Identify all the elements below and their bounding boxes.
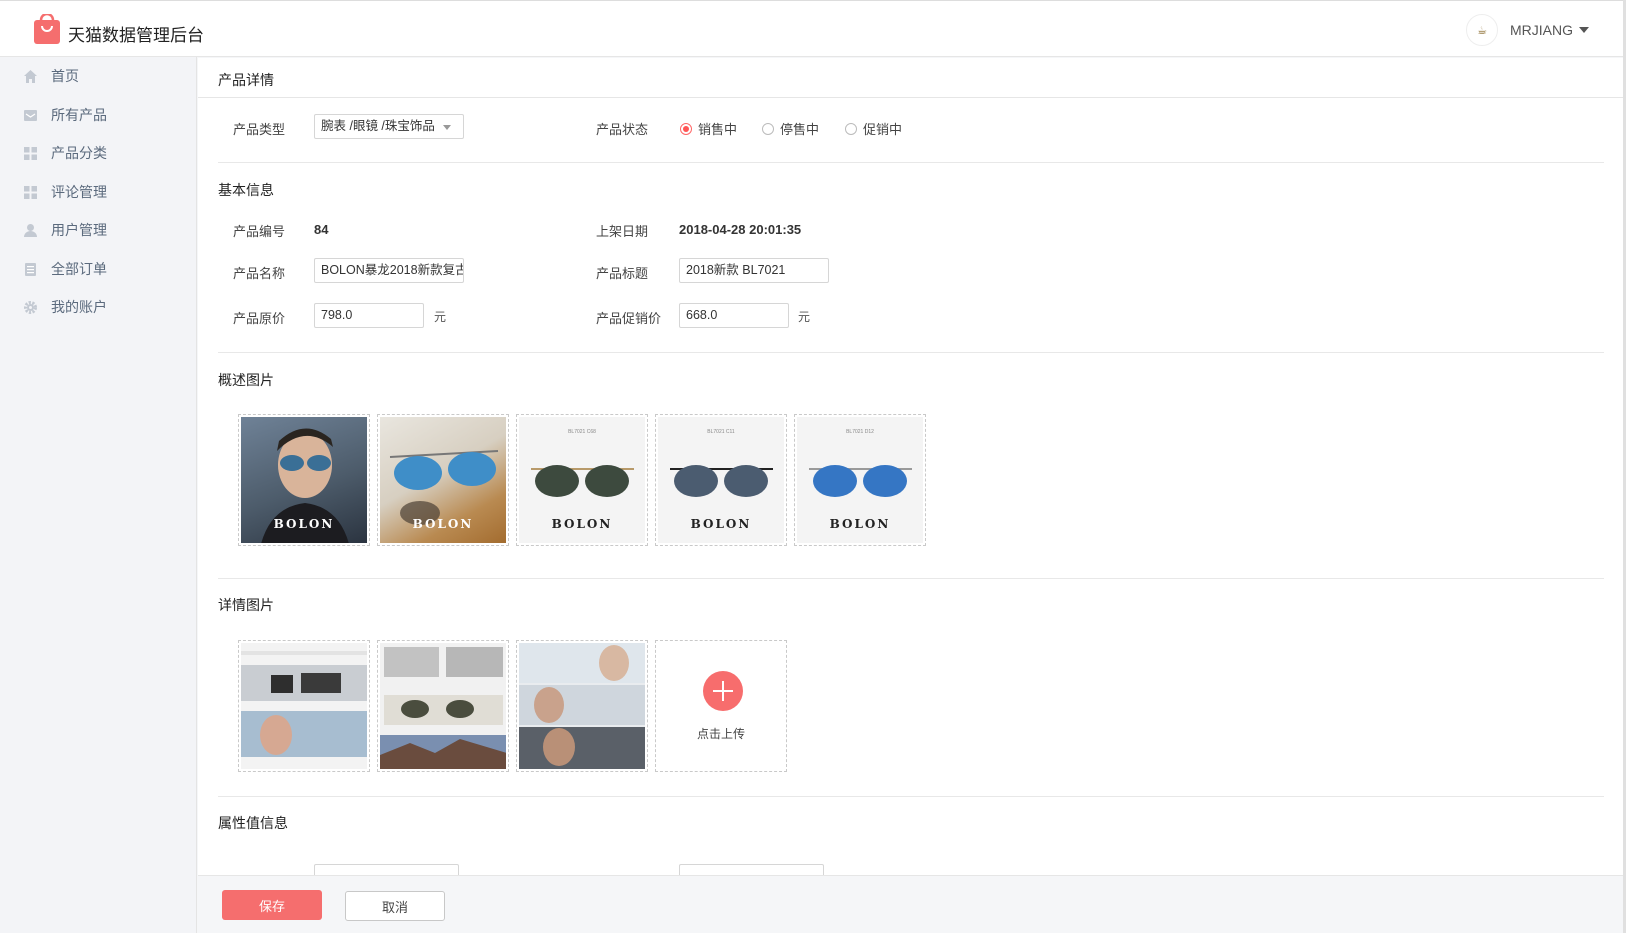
sidebar-item-label: 所有产品 — [51, 108, 107, 124]
price-unit: 元 — [434, 310, 447, 324]
divider — [218, 796, 1604, 797]
top-header: 天猫数据管理后台 ☕ MRJIANG — [0, 0, 1626, 57]
upload-area: 点击上传 — [658, 643, 784, 769]
detail-image[interactable] — [238, 640, 370, 772]
promo-input[interactable]: 668.0 — [679, 303, 789, 328]
brand-text: BOLON — [829, 517, 891, 531]
divider — [218, 578, 1604, 579]
sidebar-item-products[interactable]: 所有产品 — [0, 100, 197, 130]
id-value: 84 — [314, 222, 329, 237]
detail-photo — [380, 643, 506, 769]
section-title-basic: 基本信息 — [218, 183, 274, 199]
sunglasses-photo: BOLON — [380, 417, 506, 543]
type-label: 产品类型 — [233, 123, 286, 138]
product-icon — [23, 108, 38, 123]
radio-label: 销售中 — [698, 123, 738, 138]
brand-text: BOLON — [412, 517, 474, 531]
overview-image[interactable]: BOLON — [377, 414, 509, 546]
sidebar-item-label: 我的账户 — [51, 300, 107, 316]
name-input[interactable]: BOLON暴龙2018新款复古 — [314, 258, 464, 283]
detail-photo — [241, 643, 367, 769]
order-icon — [23, 262, 38, 277]
radio-checked-icon[interactable] — [680, 122, 692, 135]
footer-actions: 保存 取消 — [198, 875, 1623, 933]
sunglasses-photo: BL7021 C68 BOLON — [519, 417, 645, 543]
radio-label: 停售中 — [780, 123, 820, 138]
chevron-down-icon[interactable] — [1579, 27, 1589, 33]
attribute-input[interactable] — [314, 864, 459, 875]
status-radio-promo[interactable]: 促销中 — [845, 119, 902, 138]
sidebar-item-home[interactable]: 首页 — [0, 61, 197, 91]
plus-icon[interactable] — [703, 671, 743, 711]
promo-label: 产品促销价 — [596, 312, 662, 327]
overview-image[interactable]: BOLON — [238, 414, 370, 546]
overview-image[interactable]: BL7021 C68 BOLON — [516, 414, 648, 546]
home-icon — [23, 69, 38, 84]
divider — [218, 162, 1604, 163]
sidebar-item-comments[interactable]: 评论管理 — [0, 177, 197, 207]
user-icon — [23, 223, 38, 238]
radio-unchecked-icon[interactable] — [762, 122, 774, 135]
sidebar-item-label: 用户管理 — [51, 223, 107, 239]
page-title: 产品详情 — [218, 73, 274, 89]
brand-text: BOLON — [690, 517, 752, 531]
sidebar-item-label: 首页 — [51, 69, 79, 85]
save-button[interactable]: 保存 — [222, 890, 322, 920]
sidebar-item-label: 产品分类 — [51, 146, 107, 162]
shopping-bag-logo-icon — [34, 14, 60, 44]
status-label: 产品状态 — [596, 123, 649, 138]
sidebar-item-users[interactable]: 用户管理 — [0, 215, 197, 245]
price-label: 产品原价 — [233, 312, 286, 327]
overview-image[interactable]: BL7021 C11 BOLON — [655, 414, 787, 546]
sidebar-item-account[interactable]: 我的账户 — [0, 292, 197, 322]
name-label: 产品名称 — [233, 267, 286, 282]
chevron-down-icon — [443, 125, 451, 130]
section-title-detail: 详情图片 — [218, 598, 274, 614]
promo-unit: 元 — [798, 310, 811, 324]
section-title-overview: 概述图片 — [218, 373, 274, 389]
type-select[interactable]: 腕表 /眼镜 /珠宝饰品 — [314, 114, 464, 139]
status-radio-offsale[interactable]: 停售中 — [762, 119, 819, 138]
user-menu[interactable]: ☕ MRJIANG — [1466, 14, 1589, 46]
category-icon — [23, 146, 38, 161]
status-radio-onsale[interactable]: 销售中 — [680, 119, 737, 138]
attribute-input[interactable] — [679, 864, 824, 875]
user-name[interactable]: MRJIANG — [1510, 22, 1573, 38]
cancel-button[interactable]: 取消 — [345, 891, 445, 921]
subtitle-label: 产品标题 — [596, 267, 649, 282]
gear-icon — [23, 300, 38, 315]
sidebar-item-orders[interactable]: 全部订单 — [0, 254, 197, 284]
comment-icon — [23, 185, 38, 200]
sidebar-item-label: 评论管理 — [51, 185, 107, 201]
divider — [218, 352, 1604, 353]
brand-text: BOLON — [273, 517, 335, 531]
upload-label: 点击上传 — [696, 727, 745, 741]
date-value: 2018-04-28 20:01:35 — [679, 222, 802, 237]
radio-label: 促销中 — [863, 123, 903, 138]
main-content: 产品详情 产品类型 腕表 /眼镜 /珠宝饰品 产品状态 销售中 停售中 促销中 … — [198, 58, 1623, 875]
detail-photo — [519, 643, 645, 769]
radio-unchecked-icon[interactable] — [845, 122, 857, 135]
sunglasses-photo: BL7021 C11 BOLON — [658, 417, 784, 543]
sidebar-item-label: 全部订单 — [51, 262, 107, 278]
type-select-value: 腕表 /眼镜 /珠宝饰品 — [321, 119, 435, 133]
sidebar: 首页 所有产品 产品分类 评论管理 用户管理 全部订单 我的账户 — [0, 57, 197, 933]
sidebar-item-category[interactable]: 产品分类 — [0, 138, 197, 168]
price-input[interactable]: 798.0 — [314, 303, 424, 328]
subtitle-input[interactable]: 2018新款 BL7021 — [679, 258, 829, 283]
detail-image[interactable] — [377, 640, 509, 772]
id-label: 产品编号 — [233, 225, 286, 240]
date-label: 上架日期 — [596, 225, 649, 240]
upload-button[interactable]: 点击上传 — [655, 640, 787, 772]
overview-image[interactable]: BL7021 D12 BOLON — [794, 414, 926, 546]
section-title-attributes: 属性值信息 — [218, 816, 288, 832]
sunglasses-photo: BL7021 D12 BOLON — [797, 417, 923, 543]
detail-image[interactable] — [516, 640, 648, 772]
avatar[interactable]: ☕ — [1466, 14, 1498, 46]
model-photo: BOLON — [241, 417, 367, 543]
app-title: 天猫数据管理后台 — [68, 26, 204, 46]
content-header: 产品详情 — [198, 58, 1623, 98]
brand-text: BOLON — [551, 517, 613, 531]
